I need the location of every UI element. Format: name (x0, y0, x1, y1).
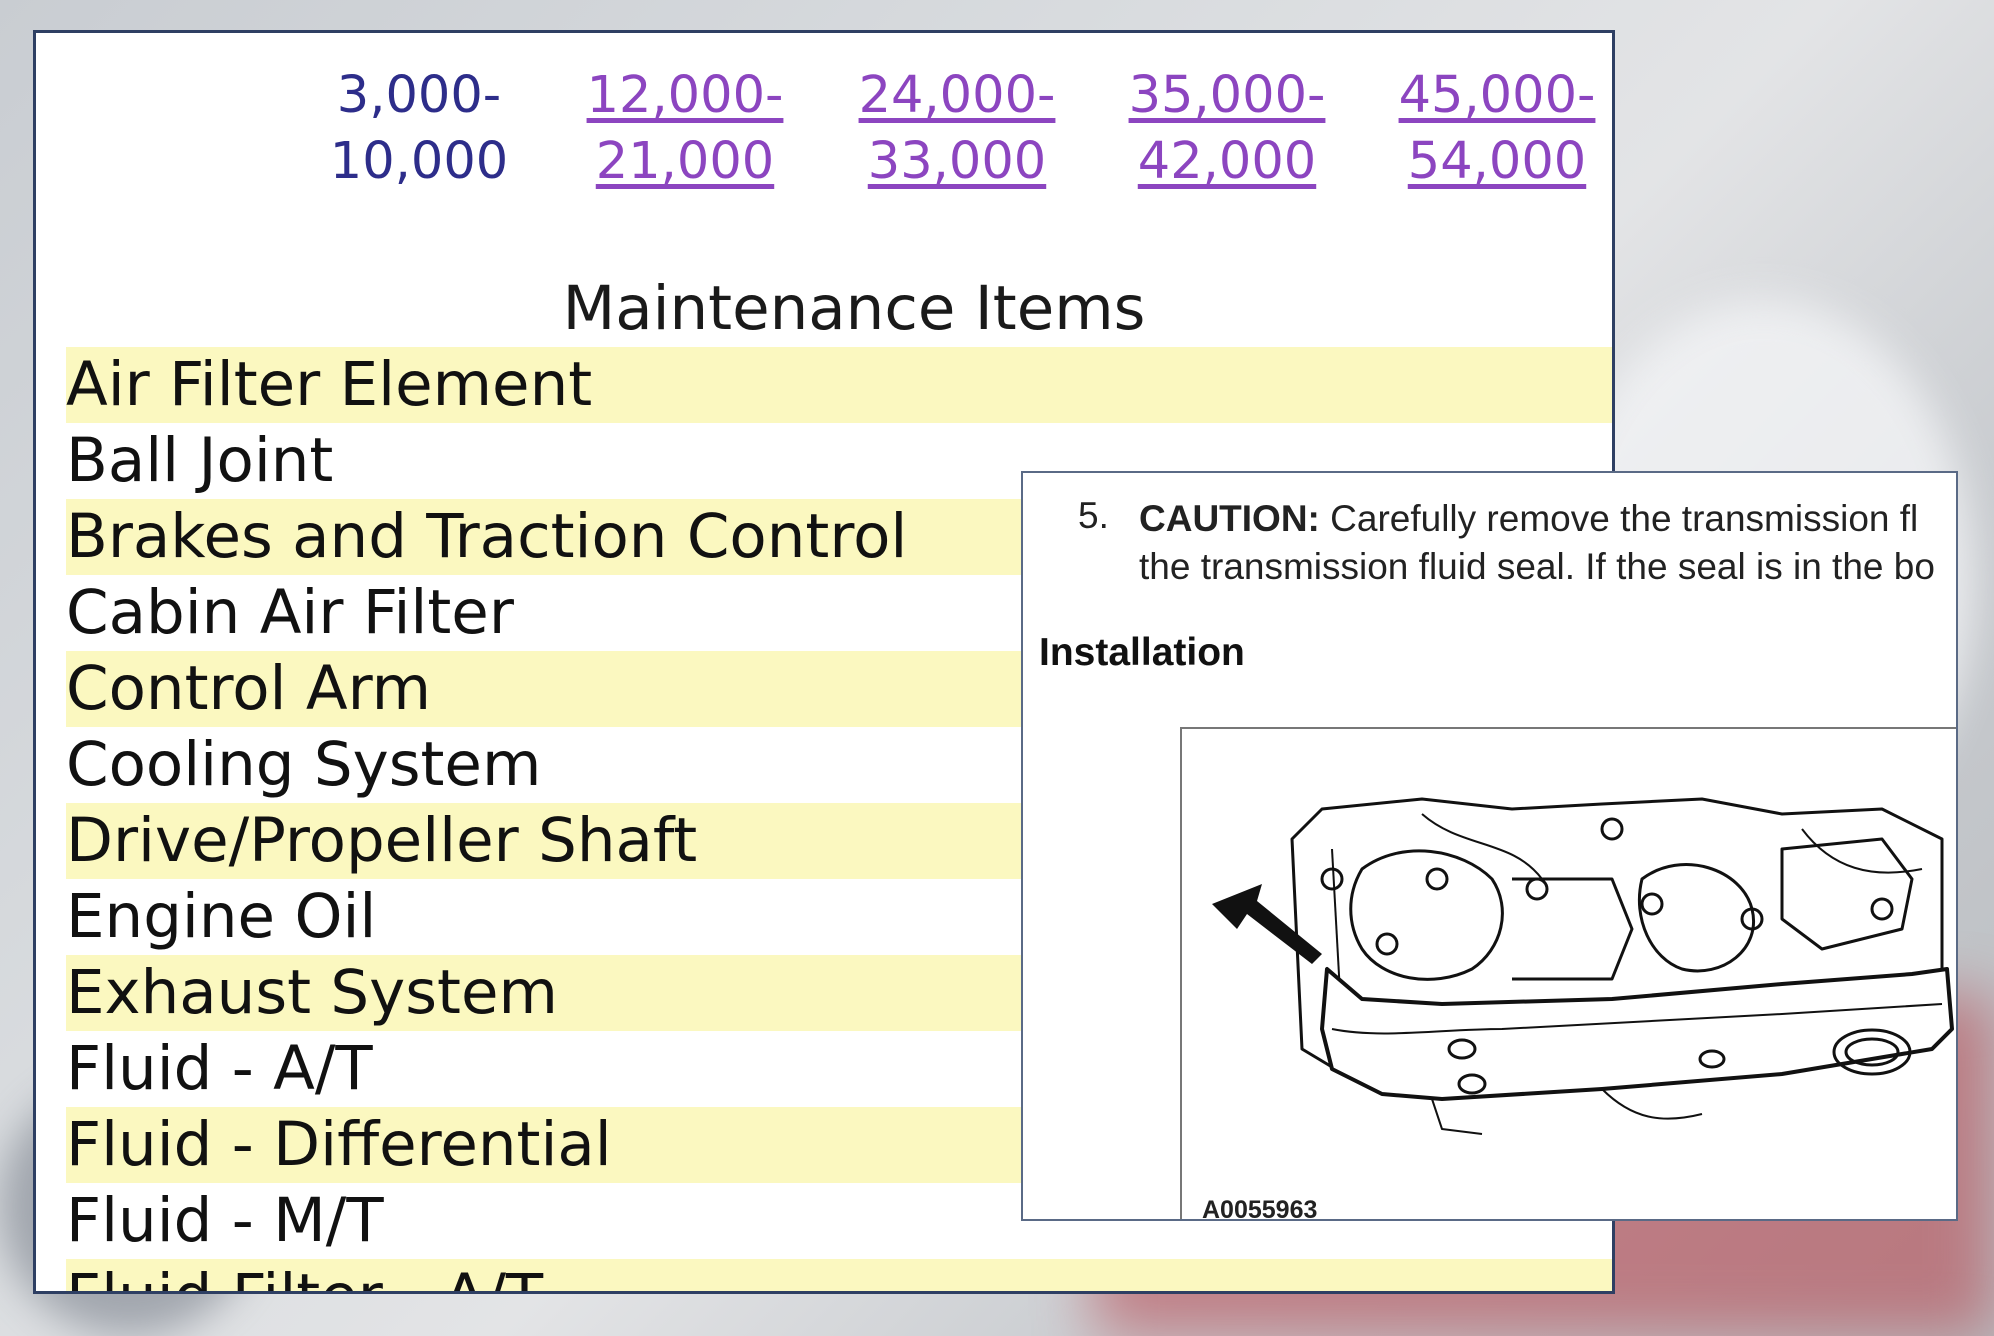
interval-24000-33000-link[interactable]: 24,000- 33,000 (857, 63, 1057, 195)
caution-text: CAUTION: Carefully remove the transmissi… (1139, 495, 1956, 591)
interval-12000-21000-link[interactable]: 12,000- 21,000 (585, 63, 785, 195)
interval-35000-42000-link[interactable]: 35,000- 42,000 (1127, 63, 1327, 195)
caution-line-2: the transmission fluid seal. If the seal… (1139, 546, 1935, 587)
list-item: Fluid Filter - A/T (66, 1259, 1612, 1291)
step-number: 5. (1078, 495, 1109, 536)
list-item: Air Filter Element (66, 347, 1612, 423)
maintenance-items-heading: Maintenance Items (562, 273, 1146, 344)
caution-label: CAUTION: (1139, 498, 1320, 539)
pointer-arrow-icon (1212, 884, 1322, 964)
installation-instructions-panel: 5. CAUTION: Carefully remove the transmi… (1021, 471, 1958, 1221)
mileage-interval-row: 3,000- 10,000 12,000- 21,000 24,000- 33,… (36, 63, 1612, 233)
caution-line-1: Carefully remove the transmission fl (1330, 498, 1919, 539)
transmission-diagram-icon (1212, 797, 1954, 1135)
transmission-figure: A0055963 (1180, 727, 1956, 1221)
interval-3000-10000[interactable]: 3,000- 10,000 (319, 63, 519, 195)
installation-heading: Installation (1039, 631, 1245, 674)
figure-id: A0055963 (1202, 1196, 1318, 1221)
interval-45000-54000-link[interactable]: 45,000- 54,000 (1397, 63, 1597, 195)
